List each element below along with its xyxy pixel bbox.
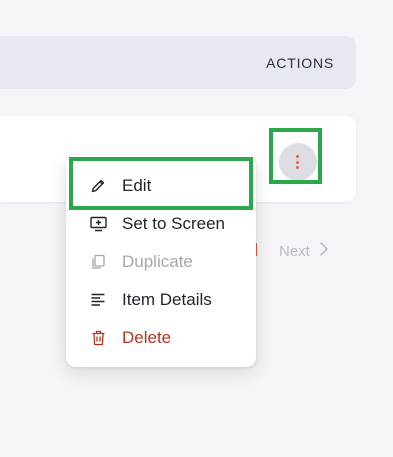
menu-item-label: Duplicate	[122, 252, 193, 271]
pagination-next-label: Next	[279, 242, 310, 260]
menu-item-set-to-screen[interactable]: Set to Screen	[66, 205, 256, 243]
menu-item-label: Item Details	[122, 290, 212, 309]
details-lines-icon	[89, 291, 107, 309]
highlight-box-actions	[269, 128, 322, 184]
menu-item-delete[interactable]: Delete	[66, 319, 256, 357]
duplicate-icon	[89, 253, 107, 271]
trash-icon	[89, 329, 107, 347]
menu-item-label: Set to Screen	[122, 214, 226, 233]
actions-column-header: ACTIONS	[266, 55, 334, 71]
menu-item-label: Delete	[122, 328, 172, 347]
menu-item-item-details[interactable]: Item Details	[66, 281, 256, 319]
highlight-box-edit	[69, 157, 253, 210]
menu-item-duplicate[interactable]: Duplicate	[66, 243, 256, 281]
monitor-plus-icon	[89, 215, 107, 233]
pagination-next-button[interactable]: Next	[279, 242, 328, 260]
chevron-right-icon	[320, 242, 328, 260]
table-header-bar: ACTIONS	[0, 36, 356, 89]
